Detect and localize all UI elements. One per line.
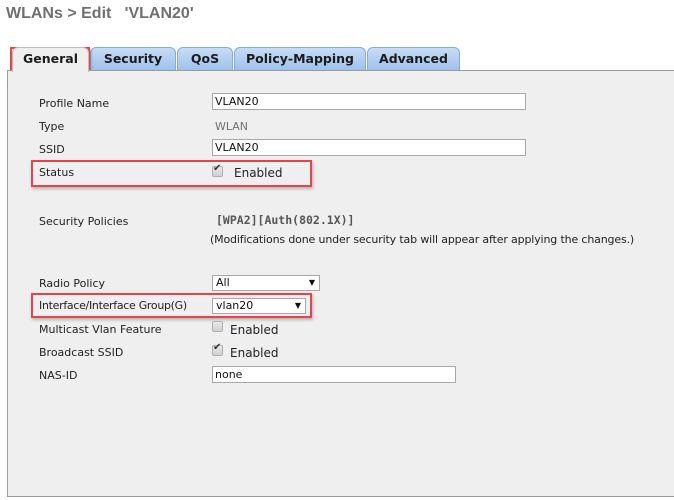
security-policies-note: (Modifications done under security tab w… [210, 233, 635, 246]
page-title: WLANs > Edit 'VLAN20' [6, 5, 194, 22]
interface-select[interactable]: vlan20 ▼ [212, 298, 306, 314]
check-icon: ✔ [213, 163, 222, 174]
security-policies-value: [WPA2][Auth(802.1X)] [216, 213, 355, 227]
multicast-vlan-checkbox[interactable] [212, 321, 223, 332]
tab-qos[interactable]: QoS [177, 47, 233, 70]
status-label: Status [39, 166, 75, 179]
check-icon: ✔ [213, 342, 222, 353]
interface-selected: vlan20 [216, 299, 254, 312]
multicast-vlan-enabled-label: Enabled [230, 323, 279, 337]
ssid-label: SSID [39, 143, 65, 156]
tab-advanced[interactable]: Advanced [367, 47, 460, 70]
multicast-vlan-label: Multicast Vlan Feature [39, 323, 162, 336]
tab-security[interactable]: Security [90, 47, 176, 70]
type-value: WLAN [215, 120, 249, 133]
status-checkbox[interactable]: ✔ [212, 163, 223, 177]
broadcast-ssid-label: Broadcast SSID [39, 346, 124, 359]
security-policies-label: Security Policies [39, 215, 129, 228]
tab-general[interactable]: General [12, 47, 89, 72]
tab-policy-mapping[interactable]: Policy-Mapping [234, 47, 366, 70]
broadcast-ssid-enabled-label: Enabled [230, 346, 279, 360]
radio-policy-label: Radio Policy [39, 277, 106, 290]
profile-name-label: Profile Name [39, 97, 110, 110]
ssid-input[interactable]: VLAN20 [212, 139, 526, 156]
broadcast-ssid-checkbox[interactable]: ✔ [212, 342, 223, 356]
profile-name-input[interactable]: VLAN20 [212, 93, 526, 110]
general-panel [7, 70, 674, 497]
nas-id-input[interactable]: none [212, 366, 456, 383]
nas-id-label: NAS-ID [39, 369, 78, 382]
status-enabled-label: Enabled [234, 166, 283, 180]
type-label: Type [39, 120, 65, 133]
interface-label: Interface/Interface Group(G) [39, 299, 187, 312]
radio-policy-select[interactable]: All ▼ [212, 275, 320, 291]
chevron-down-icon: ▼ [308, 278, 315, 287]
radio-policy-selected: All [216, 276, 230, 289]
chevron-down-icon: ▼ [294, 301, 301, 310]
